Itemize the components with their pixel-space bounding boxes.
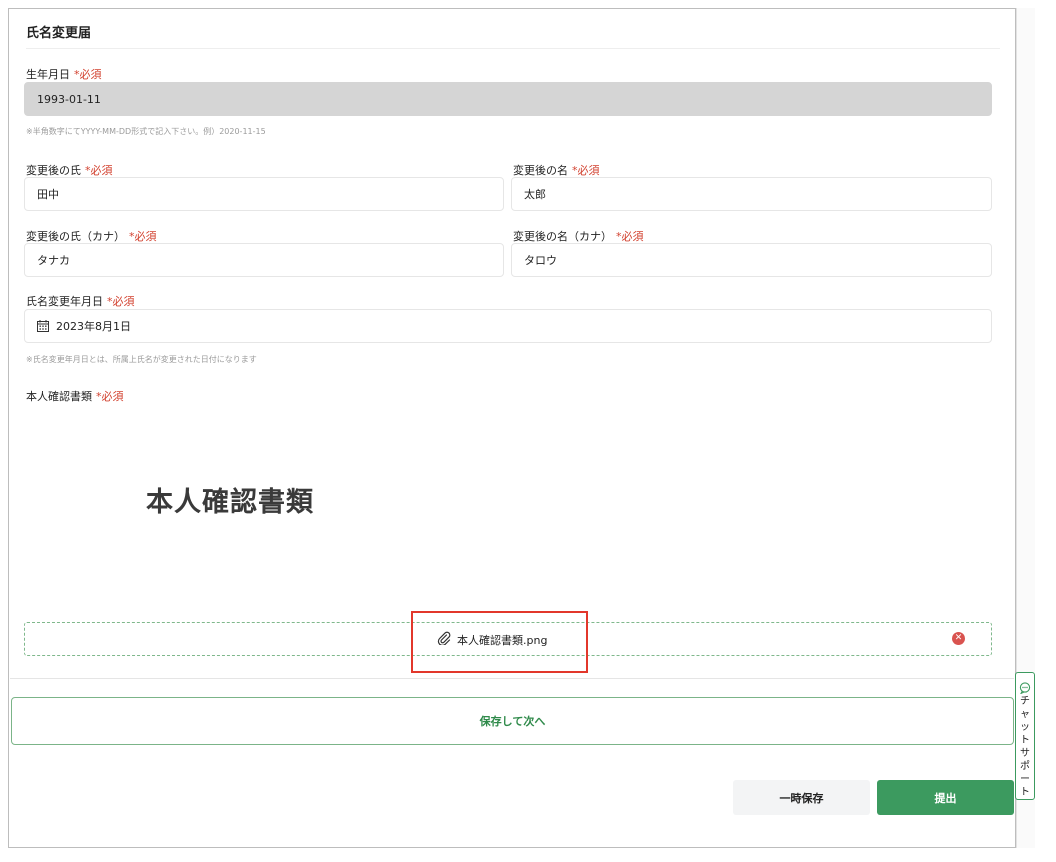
last-name-kana-label-text: 変更後の氏（カナ）: [26, 230, 125, 243]
last-name-input[interactable]: 田中: [24, 177, 504, 211]
last-name-kana-input[interactable]: タナカ: [24, 243, 504, 277]
change-date-hint: ※氏名変更年月日とは、所属上氏名が変更された日付になります: [26, 355, 257, 364]
title-divider: [26, 48, 1000, 49]
remove-file-icon[interactable]: ✕: [952, 632, 965, 645]
change-date-label: 氏名変更年月日 *必須: [26, 293, 135, 309]
id-document-preview: 本人確認書類: [146, 487, 314, 518]
first-name-value: 太郎: [524, 188, 546, 201]
last-name-label: 変更後の氏 *必須: [26, 162, 113, 178]
birthdate-hint: ※半角数字にてYYYY-MM-DD形式で記入下さい。例）2020-11-15: [26, 127, 266, 136]
chat-support-tab[interactable]: チャットサポート: [1015, 672, 1035, 800]
last-name-kana-value: タナカ: [37, 254, 70, 267]
first-name-kana-value: タロウ: [524, 254, 557, 267]
change-date-label-text: 氏名変更年月日: [26, 295, 103, 308]
first-name-kana-label-text: 変更後の名（カナ）: [513, 230, 612, 243]
change-date-value: 2023年8月1日: [56, 320, 131, 333]
required-mark: *必須: [129, 230, 157, 243]
chat-support-label: チャットサポート: [1020, 696, 1030, 798]
last-name-value: 田中: [37, 188, 59, 201]
birthdate-label-text: 生年月日: [26, 68, 70, 81]
birthdate-value: 1993-01-11: [37, 92, 101, 106]
first-name-label-text: 変更後の名: [513, 164, 568, 177]
chat-bubble-icon: [1019, 679, 1031, 695]
last-name-kana-label: 変更後の氏（カナ） *必須: [26, 228, 157, 244]
birthdate-field: 1993-01-11: [24, 82, 992, 116]
first-name-input[interactable]: 太郎: [511, 177, 992, 211]
last-name-label-text: 変更後の氏: [26, 164, 81, 177]
required-mark: *必須: [107, 295, 135, 308]
submit-button[interactable]: 提出: [877, 780, 1014, 815]
id-document-label: 本人確認書類 *必須: [26, 388, 124, 404]
highlight-box: [411, 611, 588, 673]
first-name-kana-input[interactable]: タロウ: [511, 243, 992, 277]
id-document-label-text: 本人確認書類: [26, 390, 92, 403]
first-name-kana-label: 変更後の名（カナ） *必須: [513, 228, 644, 244]
save-next-button[interactable]: 保存して次へ: [11, 697, 1014, 745]
temp-save-button[interactable]: 一時保存: [733, 780, 870, 815]
birthdate-label: 生年月日 *必須: [26, 66, 102, 82]
required-mark: *必須: [96, 390, 124, 403]
required-mark: *必須: [572, 164, 600, 177]
form-title: 氏名変更届: [26, 26, 92, 41]
required-mark: *必須: [616, 230, 644, 243]
required-mark: *必須: [85, 164, 113, 177]
change-date-picker[interactable]: 2023年8月1日: [24, 309, 992, 343]
required-mark: *必須: [74, 68, 102, 81]
calendar-icon: [37, 320, 49, 332]
first-name-label: 変更後の名 *必須: [513, 162, 600, 178]
